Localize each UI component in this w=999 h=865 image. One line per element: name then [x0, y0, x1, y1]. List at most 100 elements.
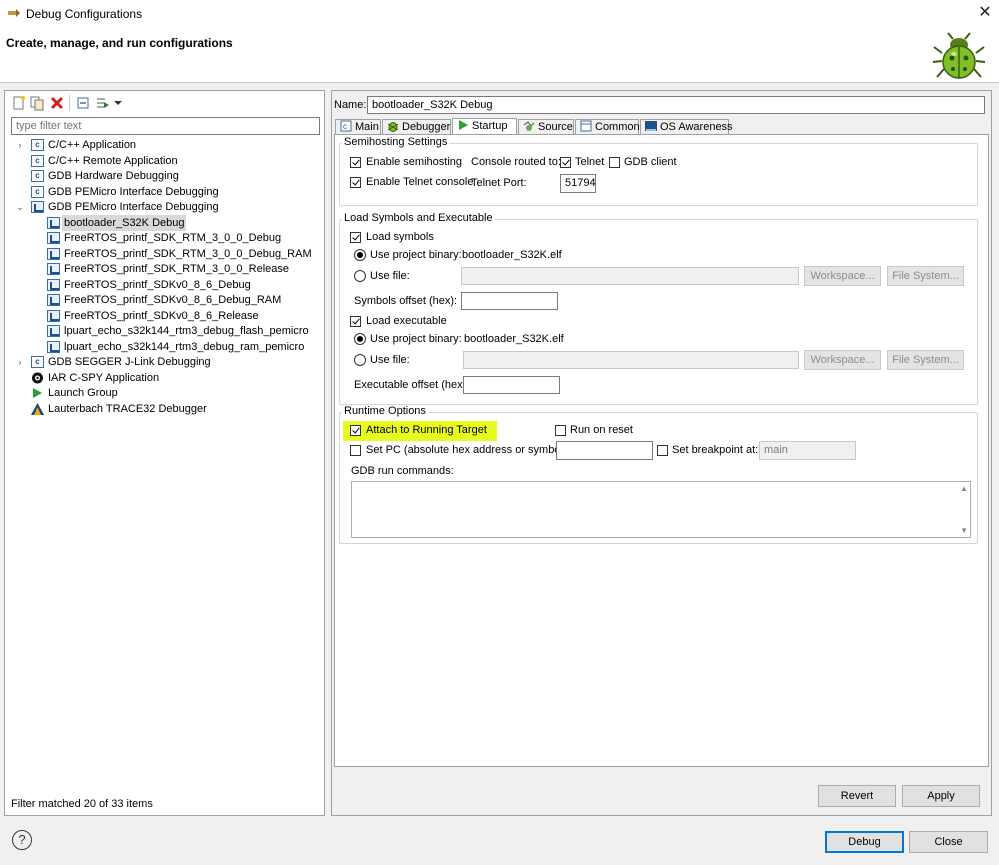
- revert-button[interactable]: Revert: [818, 785, 896, 807]
- tree-item[interactable]: FreeRTOS_printf_SDKv0_8_6_Debug: [5, 277, 323, 293]
- tree-item[interactable]: FreeRTOS_printf_SDKv0_8_6_Debug_RAM: [5, 292, 323, 308]
- set-pc-checkbox[interactable]: [350, 445, 361, 456]
- tree-item-label: FreeRTOS_printf_SDK_RTM_3_0_0_Release: [64, 263, 290, 275]
- chevron-down-icon[interactable]: ⌄: [15, 199, 25, 215]
- filter-input[interactable]: [11, 117, 320, 135]
- startup-tab-icon: [459, 120, 468, 130]
- load-symbols-group: Load Symbols and Executable Load symbols…: [339, 212, 978, 405]
- attach-to-running-target-checkbox[interactable]: [350, 425, 361, 436]
- tree-item[interactable]: lpuart_echo_s32k144_rtm3_debug_flash_pem…: [5, 323, 323, 339]
- collapse-all-icon[interactable]: [75, 95, 91, 111]
- executable-offset-input[interactable]: [463, 376, 560, 394]
- symbols-use-project-binary-radio[interactable]: [354, 249, 366, 261]
- tree-item[interactable]: bootloader_S32K Debug: [5, 214, 323, 231]
- tree-item[interactable]: FreeRTOS_printf_SDK_RTM_3_0_0_Debug: [5, 230, 323, 246]
- tree-item-label: GDB Hardware Debugging: [48, 170, 179, 182]
- tab-source[interactable]: Source: [518, 119, 574, 135]
- apply-button[interactable]: Apply: [902, 785, 980, 807]
- tree-item[interactable]: Launch Group: [5, 385, 323, 401]
- tree-item[interactable]: c GDB PEMicro Interface Debugging: [5, 184, 323, 200]
- tree-item-label: lpuart_echo_s32k144_rtm3_debug_ram_pemic…: [64, 340, 305, 353]
- executable-use-file-label: Use file:: [370, 354, 410, 366]
- name-label: Name:: [334, 99, 367, 111]
- source-tab-icon: [523, 121, 535, 131]
- chevron-right-icon: [31, 292, 41, 308]
- chevron-right-icon[interactable]: ›: [15, 137, 25, 153]
- symbols-use-file-radio[interactable]: [354, 270, 366, 282]
- load-symbols-label: Load symbols: [366, 231, 434, 243]
- tab-debugger[interactable]: Debugger: [382, 119, 451, 135]
- tree-item[interactable]: c C/C++ Remote Application: [5, 153, 323, 169]
- symbols-file-input[interactable]: [461, 267, 799, 285]
- tree-item-label: FreeRTOS_printf_SDK_RTM_3_0_0_Debug: [64, 232, 282, 244]
- set-breakpoint-checkbox[interactable]: [657, 445, 668, 456]
- tree-item[interactable]: › c C/C++ Application: [5, 137, 323, 153]
- tab-common[interactable]: Common: [575, 119, 640, 135]
- run-on-reset-checkbox[interactable]: [555, 425, 566, 436]
- main-tab-icon: c: [340, 120, 352, 132]
- c-app-icon: c: [31, 356, 44, 368]
- iar-eye-icon: [31, 372, 44, 384]
- tree-item[interactable]: IAR C-SPY Application: [5, 370, 323, 386]
- tab-os-awareness[interactable]: OS Awareness: [640, 119, 733, 135]
- enable-semihosting-checkbox[interactable]: [350, 157, 361, 168]
- new-configuration-icon[interactable]: [11, 95, 27, 111]
- chevron-right-icon: [31, 261, 41, 277]
- telnet-label: Telnet: [575, 156, 605, 168]
- runtime-options-group-title: Runtime Options: [342, 405, 428, 417]
- help-icon[interactable]: ?: [12, 830, 32, 850]
- tree-item[interactable]: lpuart_echo_s32k144_rtm3_debug_ram_pemic…: [5, 339, 323, 355]
- scroll-down-icon[interactable]: ▼: [960, 526, 968, 535]
- set-breakpoint-input[interactable]: main: [759, 441, 856, 460]
- tree-item[interactable]: FreeRTOS_printf_SDK_RTM_3_0_0_Release: [5, 261, 323, 277]
- tree-item[interactable]: FreeRTOS_printf_SDK_RTM_3_0_0_Debug_RAM: [5, 246, 323, 262]
- chevron-right-icon[interactable]: ›: [15, 354, 25, 370]
- tree-item[interactable]: FreeRTOS_printf_SDKv0_8_6_Release: [5, 308, 323, 324]
- telnet-port-input[interactable]: 51794: [560, 174, 596, 193]
- executable-use-file-radio[interactable]: [354, 354, 366, 366]
- filter-configurations-icon[interactable]: [95, 95, 111, 111]
- configuration-name-input[interactable]: bootloader_S32K Debug: [367, 96, 985, 114]
- scroll-up-icon[interactable]: ▲: [960, 484, 968, 493]
- telnet-checkbox[interactable]: [560, 157, 571, 168]
- toolbar-separator: [69, 95, 70, 111]
- pemicro-icon: [47, 340, 60, 353]
- symbols-use-file-label: Use file:: [370, 270, 410, 282]
- debug-button[interactable]: Debug: [825, 831, 904, 853]
- gdb-run-commands-textarea[interactable]: ▲ ▼: [351, 481, 971, 538]
- symbols-use-project-binary-label: Use project binary:: [370, 249, 462, 261]
- executable-binary-name: bootloader_S32K.elf: [464, 333, 564, 345]
- gdb-client-checkbox[interactable]: [609, 157, 620, 168]
- symbols-file-system-button[interactable]: File System...: [887, 266, 964, 286]
- chevron-right-icon: [15, 153, 25, 169]
- symbols-offset-input[interactable]: [461, 292, 558, 310]
- tree-item[interactable]: › c GDB SEGGER J-Link Debugging: [5, 354, 323, 370]
- executable-use-project-binary-label: Use project binary:: [370, 333, 462, 345]
- enable-telnet-console-checkbox[interactable]: [350, 177, 361, 188]
- chevron-down-icon[interactable]: [113, 95, 123, 111]
- tree-item[interactable]: Lauterbach TRACE32 Debugger: [5, 401, 323, 417]
- os-tab-icon: [645, 121, 657, 131]
- close-button[interactable]: Close: [909, 831, 988, 853]
- run-on-reset-label: Run on reset: [570, 424, 633, 436]
- delete-configuration-icon[interactable]: [49, 95, 65, 111]
- configuration-tree: › c C/C++ Application c C/C++ Remote Applica…: [5, 137, 323, 467]
- close-window-icon[interactable]: ✕: [974, 2, 996, 24]
- executable-workspace-button[interactable]: Workspace...: [804, 350, 881, 370]
- executable-file-system-button[interactable]: File System...: [887, 350, 964, 370]
- load-symbols-checkbox[interactable]: [350, 232, 361, 243]
- tree-item[interactable]: c GDB Hardware Debugging: [5, 168, 323, 184]
- tree-item[interactable]: ⌄ GDB PEMicro Interface Debugging: [5, 199, 323, 215]
- tree-item-label: GDB PEMicro Interface Debugging: [48, 185, 219, 198]
- tab-main[interactable]: c Main: [335, 119, 381, 135]
- pemicro-icon: [47, 325, 60, 337]
- tab-startup[interactable]: Startup: [452, 118, 517, 135]
- load-executable-checkbox[interactable]: [350, 316, 361, 327]
- set-pc-input[interactable]: [556, 441, 653, 460]
- executable-use-project-binary-radio[interactable]: [354, 333, 366, 345]
- pemicro-icon: [47, 216, 60, 229]
- duplicate-configuration-icon[interactable]: [29, 95, 45, 111]
- executable-file-input[interactable]: [463, 351, 799, 369]
- symbols-workspace-button[interactable]: Workspace...: [804, 266, 881, 286]
- symbols-binary-name: bootloader_S32K.elf: [462, 249, 562, 261]
